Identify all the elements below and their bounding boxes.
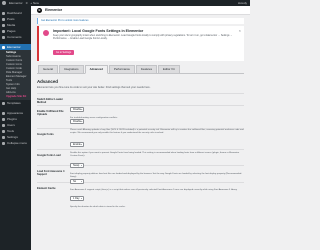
promo-notice[interactable]: Get Elementor Pro to unlock more feature…	[37, 18, 244, 24]
sidebar-item-label: Users	[7, 123, 15, 127]
select-value: Swap	[73, 163, 80, 167]
sidebar-item-label: Elementor	[7, 45, 21, 49]
admin-bar-site-name[interactable]: Elementor	[9, 1, 23, 5]
sidebar-item-label: Collapse menu	[7, 141, 28, 145]
logo-letter: E	[38, 8, 41, 12]
google-fonts-notice: × Important: Local Google Fonts Settings…	[37, 26, 244, 62]
tab-features[interactable]: Features	[135, 65, 158, 74]
section-title: Advanced	[37, 79, 58, 85]
elementor-logo-icon: E	[37, 7, 42, 13]
main-content: E Elementor Get Elementor Pro to unlock …	[31, 6, 250, 250]
pin-icon	[2, 17, 5, 21]
sidebar-item-label: Settings	[7, 135, 18, 139]
wordpress-logo-icon[interactable]	[2, 1, 6, 5]
elementor-submenu: Settings Submissions Custom Fonts Custom…	[0, 50, 31, 100]
admin-bar-comments[interactable]: 0	[26, 1, 28, 5]
elementor-notice-icon	[43, 30, 49, 36]
setting-description: Specify the duration for which data is s…	[70, 205, 126, 208]
setting-label: Switch Editor Loader Method	[37, 97, 63, 104]
setting-label: Element Cache	[37, 186, 56, 190]
tab-editor-v4[interactable]: Editor V4	[158, 65, 180, 74]
notice-text: Keep your site's typography intact when …	[53, 34, 233, 41]
section-description: Elementor lets you fine-tune its code to…	[37, 86, 151, 90]
select-value: Enable	[73, 142, 81, 146]
wrench-icon	[2, 129, 5, 133]
setting-row-google-fonts: Google Fonts Enable ▾ Disable this option…	[37, 127, 244, 157]
submenu-upgrade[interactable]: Upgrade Site Kit	[0, 95, 31, 99]
select-value: No	[73, 179, 77, 183]
elementor-icon	[2, 45, 5, 49]
sidebar-item-label: Posts	[7, 17, 15, 21]
settings-tabs: General Integrations Advanced Performanc…	[37, 65, 244, 75]
setting-label: Google Fonts Load	[37, 153, 61, 157]
sidebar-item-label: Media	[7, 23, 16, 27]
brush-icon	[2, 111, 5, 115]
sidebar-item-label: Plugins	[7, 117, 17, 121]
chevron-down-icon: ▾	[80, 197, 82, 200]
collapse-icon	[2, 141, 5, 145]
close-icon[interactable]: ×	[239, 29, 241, 33]
tab-general[interactable]: General	[38, 65, 58, 74]
unfiltered-uploads-select[interactable]: Disable ▾	[70, 118, 84, 124]
user-icon	[2, 123, 5, 127]
sidebar-item-label: Tools	[7, 129, 15, 133]
sidebar-item-label: Pages	[7, 29, 16, 33]
sidebar-item-label: Dashboard	[7, 11, 22, 15]
chevron-down-icon: ▾	[81, 120, 83, 123]
sidebar-item-label: Appearance	[7, 111, 24, 115]
admin-bar-greeting[interactable]: Howdy	[238, 1, 247, 5]
tab-integrations[interactable]: Integrations	[58, 65, 84, 74]
admin-bar-new[interactable]: + New	[30, 1, 39, 5]
font-awesome-select[interactable]: No ▾	[70, 178, 84, 184]
chevron-down-icon: ▾	[80, 180, 82, 183]
media-icon	[2, 23, 5, 27]
sidebar-item-collapse[interactable]: Collapse menu	[0, 140, 31, 146]
select-value: Disable	[73, 119, 82, 123]
settings-page: Get Elementor Pro to unlock more feature…	[31, 15, 250, 208]
comment-icon	[2, 35, 5, 39]
dashboard-icon	[2, 11, 5, 15]
google-fonts-select[interactable]: Enable ▾	[70, 141, 84, 147]
tab-advanced[interactable]: Advanced	[84, 65, 108, 75]
element-cache-select[interactable]: 1 Day ▾	[70, 195, 84, 201]
sidebar-item-label: Comments	[7, 35, 22, 39]
plugin-icon	[2, 117, 5, 121]
go-to-settings-button[interactable]: Go to Settings	[53, 50, 75, 56]
setting-label: Enable Unfiltered File Uploads	[37, 109, 64, 116]
page-icon	[2, 29, 5, 33]
setting-row-unfiltered-uploads: Enable Unfiltered File Uploads Disable ▾ …	[37, 104, 244, 134]
setting-row-editor-loader: Switch Editor Loader Method Disable ▾ For…	[37, 92, 244, 119]
select-value: 1 Day	[73, 196, 80, 200]
google-fonts-load-select[interactable]: Swap ▾	[70, 162, 84, 168]
settings-icon	[2, 135, 5, 139]
chevron-down-icon: ▾	[80, 143, 82, 146]
setting-label: Load Font Awesome 4 Support	[37, 169, 65, 176]
admin-sidebar: Dashboard Posts Media Pages Comments Ele…	[0, 6, 31, 250]
chevron-down-icon: ▾	[80, 164, 82, 167]
tab-performance[interactable]: Performance	[108, 65, 135, 74]
sidebar-item-label: Templates	[7, 101, 21, 105]
page-title: Elementor	[45, 8, 63, 12]
template-icon	[2, 101, 5, 105]
elementor-header: E Elementor	[31, 6, 250, 15]
setting-label: Google Fonts	[37, 132, 54, 136]
